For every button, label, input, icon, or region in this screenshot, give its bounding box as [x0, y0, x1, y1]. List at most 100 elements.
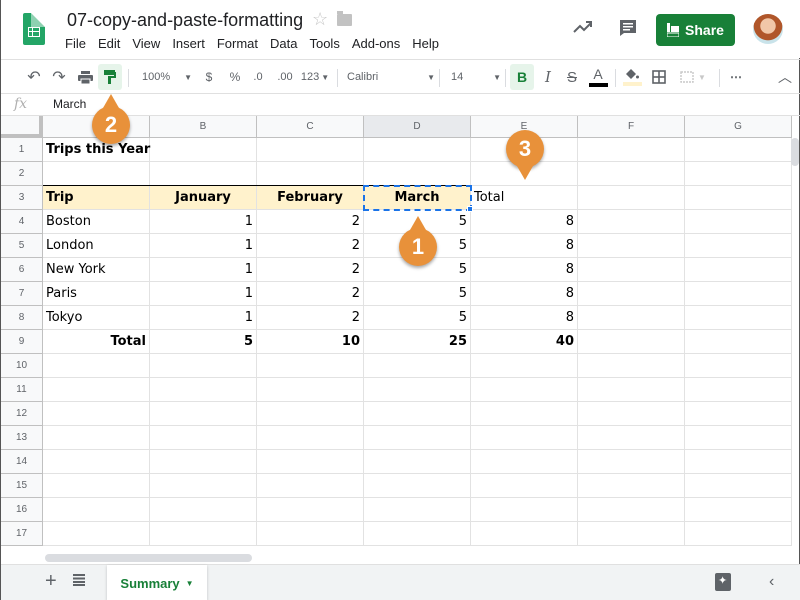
cell-f15[interactable] — [578, 474, 685, 498]
cell-b16[interactable] — [150, 498, 257, 522]
cell-b14[interactable] — [150, 450, 257, 474]
cell-g3[interactable] — [685, 186, 792, 210]
strikethrough-button[interactable]: S — [563, 60, 581, 94]
menu-view[interactable]: View — [132, 36, 160, 51]
row-header-8[interactable]: 8 — [1, 306, 43, 330]
cell-a5[interactable]: London — [43, 234, 150, 258]
cell-g10[interactable] — [685, 354, 792, 378]
cell-c1[interactable] — [257, 138, 364, 162]
column-header-f[interactable]: F — [578, 116, 685, 138]
merge-cells-button[interactable]: ▼ — [676, 60, 710, 94]
cell-a12[interactable] — [43, 402, 150, 426]
side-panel-toggle-icon[interactable]: ‹ — [769, 573, 774, 591]
folder-icon[interactable] — [337, 11, 352, 26]
cell-a15[interactable] — [43, 474, 150, 498]
borders-button[interactable] — [650, 60, 668, 94]
cell-a11[interactable] — [43, 378, 150, 402]
cell-c2[interactable] — [257, 162, 364, 186]
cell-e15[interactable] — [471, 474, 578, 498]
cell-f5[interactable] — [578, 234, 685, 258]
cell-d15[interactable] — [364, 474, 471, 498]
menu-help[interactable]: Help — [412, 36, 439, 51]
cell-g13[interactable] — [685, 426, 792, 450]
cell-d12[interactable] — [364, 402, 471, 426]
column-header-c[interactable]: C — [257, 116, 364, 138]
undo-icon[interactable]: ↶ — [25, 60, 43, 94]
row-header-15[interactable]: 15 — [1, 474, 43, 498]
row-header-5[interactable]: 5 — [1, 234, 43, 258]
document-title[interactable]: 07-copy-and-paste-formatting — [67, 10, 303, 31]
cell-f1[interactable] — [578, 138, 685, 162]
cell-f17[interactable] — [578, 522, 685, 546]
cell-a3[interactable]: Trip — [43, 186, 150, 210]
star-icon[interactable]: ☆ — [312, 9, 328, 30]
horizontal-scrollbar[interactable] — [45, 554, 252, 562]
cell-e17[interactable] — [471, 522, 578, 546]
cell-b11[interactable] — [150, 378, 257, 402]
cell-e5[interactable]: 8 — [471, 234, 578, 258]
cell-c15[interactable] — [257, 474, 364, 498]
cell-b12[interactable] — [150, 402, 257, 426]
cell-g17[interactable] — [685, 522, 792, 546]
cell-f11[interactable] — [578, 378, 685, 402]
activity-trend-icon[interactable] — [573, 20, 593, 34]
cell-b8[interactable]: 1 — [150, 306, 257, 330]
cell-a9[interactable]: Total — [43, 330, 150, 354]
cell-b10[interactable] — [150, 354, 257, 378]
cell-c11[interactable] — [257, 378, 364, 402]
cell-a6[interactable]: New York — [43, 258, 150, 282]
cell-g7[interactable] — [685, 282, 792, 306]
cell-b3[interactable]: January — [150, 186, 257, 210]
cell-e12[interactable] — [471, 402, 578, 426]
menu-insert[interactable]: Insert — [172, 36, 205, 51]
cell-a14[interactable] — [43, 450, 150, 474]
cell-f6[interactable] — [578, 258, 685, 282]
collapse-menus-icon[interactable]: ︿ — [777, 60, 793, 94]
cell-e13[interactable] — [471, 426, 578, 450]
row-header-3[interactable]: 3 — [1, 186, 43, 210]
cell-g14[interactable] — [685, 450, 792, 474]
cell-d2[interactable] — [364, 162, 471, 186]
cell-f3[interactable] — [578, 186, 685, 210]
cell-e10[interactable] — [471, 354, 578, 378]
cell-e6[interactable]: 8 — [471, 258, 578, 282]
zoom-select[interactable]: 100% ▼ — [137, 60, 197, 94]
cell-g12[interactable] — [685, 402, 792, 426]
print-icon[interactable] — [76, 60, 94, 94]
cell-d14[interactable] — [364, 450, 471, 474]
cell-c4[interactable]: 2 — [257, 210, 364, 234]
text-color-button[interactable]: A — [587, 60, 609, 94]
cell-d13[interactable] — [364, 426, 471, 450]
cell-c12[interactable] — [257, 402, 364, 426]
explore-icon[interactable] — [715, 573, 731, 591]
formula-input[interactable]: March — [53, 97, 86, 111]
redo-icon[interactable]: ↷ — [50, 60, 68, 94]
paint-format-button[interactable] — [98, 64, 122, 90]
cell-g1[interactable] — [685, 138, 792, 162]
cell-f8[interactable] — [578, 306, 685, 330]
cell-a1[interactable]: Trips this Year — [43, 138, 150, 162]
cell-a7[interactable]: Paris — [43, 282, 150, 306]
cell-e4[interactable]: 8 — [471, 210, 578, 234]
cell-e8[interactable]: 8 — [471, 306, 578, 330]
cell-d9[interactable]: 25 — [364, 330, 471, 354]
fill-handle[interactable] — [467, 206, 473, 212]
more-options-button[interactable]: ⋯ — [727, 60, 745, 94]
cell-d1[interactable] — [364, 138, 471, 162]
cell-f2[interactable] — [578, 162, 685, 186]
cell-g15[interactable] — [685, 474, 792, 498]
menu-edit[interactable]: Edit — [98, 36, 120, 51]
cell-b15[interactable] — [150, 474, 257, 498]
cell-c3[interactable]: February — [257, 186, 364, 210]
cell-c16[interactable] — [257, 498, 364, 522]
italic-button[interactable]: I — [539, 60, 557, 94]
bold-button[interactable]: B — [510, 64, 534, 90]
cell-f16[interactable] — [578, 498, 685, 522]
cell-c8[interactable]: 2 — [257, 306, 364, 330]
cell-f13[interactable] — [578, 426, 685, 450]
cell-b13[interactable] — [150, 426, 257, 450]
row-header-16[interactable]: 16 — [1, 498, 43, 522]
cell-d16[interactable] — [364, 498, 471, 522]
cell-b6[interactable]: 1 — [150, 258, 257, 282]
cell-g11[interactable] — [685, 378, 792, 402]
